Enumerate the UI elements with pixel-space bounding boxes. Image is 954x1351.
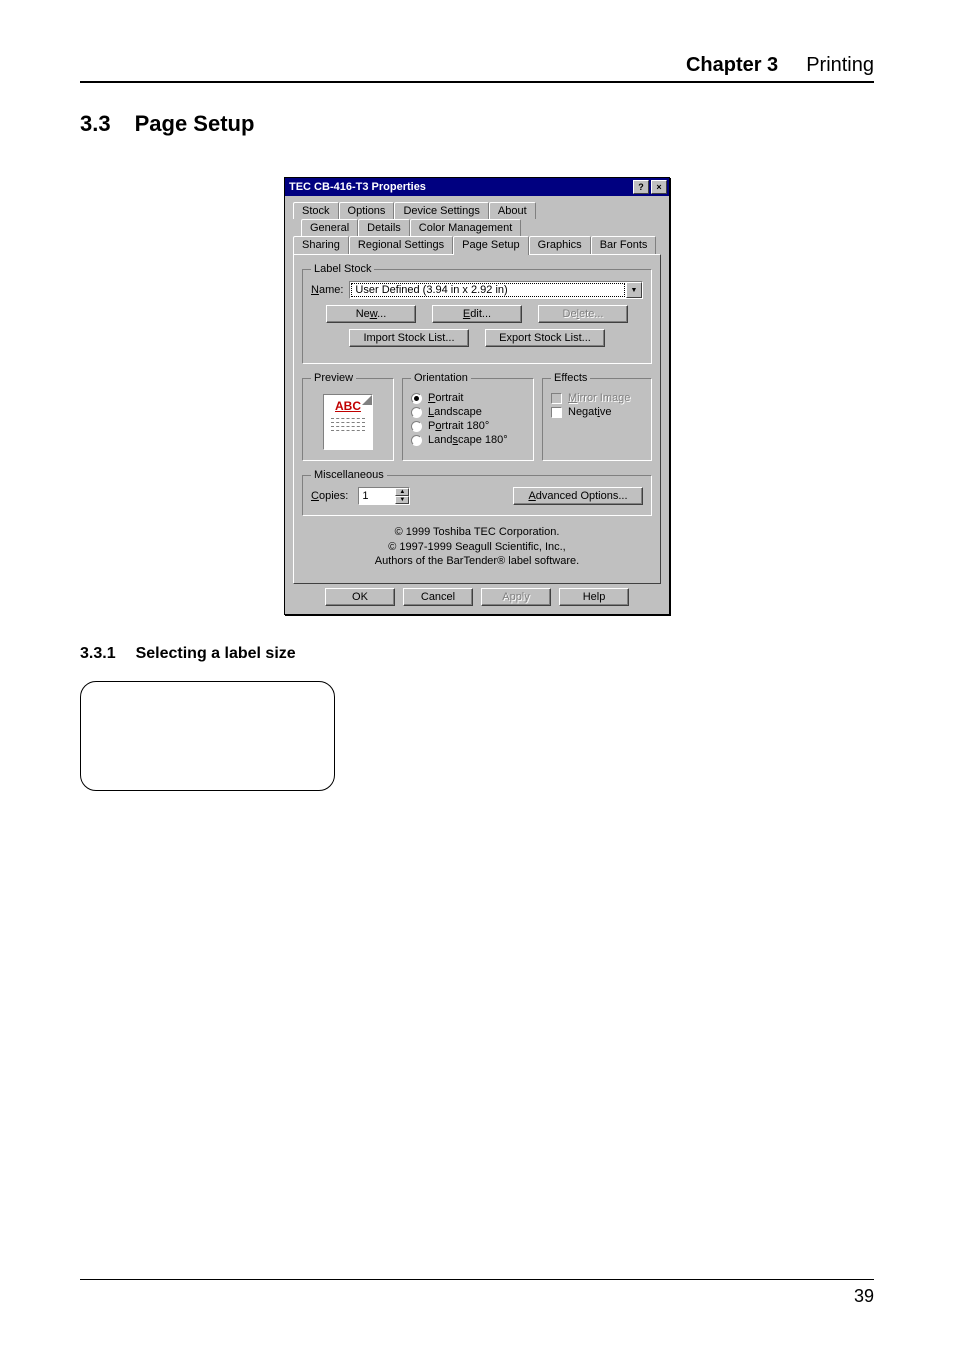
tab-graphics[interactable]: Graphics: [529, 236, 591, 254]
chapter-subject: Printing: [806, 54, 874, 77]
subsection-number: 3.3.1: [80, 645, 116, 663]
close-button[interactable]: ×: [651, 180, 667, 194]
tab-device-settings[interactable]: Device Settings: [394, 202, 488, 219]
import-stock-list-button[interactable]: Import Stock List...: [349, 329, 469, 347]
properties-dialog: TEC CB-416-T3 Properties ? × Stock Optio…: [284, 177, 670, 615]
label-stock-group: Label Stock Name: User Defined (3.94 in …: [302, 263, 652, 364]
label-stock-legend: Label Stock: [311, 263, 374, 275]
name-label: Name:: [311, 284, 343, 296]
preview-lines-icon: [331, 415, 365, 434]
radio-portrait-180[interactable]: Portrait 180°: [411, 420, 525, 432]
cancel-button[interactable]: Cancel: [403, 588, 473, 606]
tab-about[interactable]: About: [489, 202, 536, 219]
subsection-title: Selecting a label size: [136, 645, 296, 663]
tab-stock[interactable]: Stock: [293, 202, 339, 219]
tab-page-setup[interactable]: Page Setup: [453, 236, 529, 255]
copies-value: 1: [359, 488, 395, 504]
preview-group: Preview ABC: [302, 372, 394, 461]
copies-spinner[interactable]: 1 ▲ ▼: [358, 487, 410, 505]
dialog-title: TEC CB-416-T3 Properties: [289, 181, 631, 193]
radio-landscape-180[interactable]: Landscape 180°: [411, 434, 525, 446]
preview-legend: Preview: [311, 372, 356, 384]
tab-sharing[interactable]: Sharing: [293, 236, 349, 254]
advanced-options-button[interactable]: Advanced Options...: [513, 487, 643, 505]
new-button[interactable]: New...: [326, 305, 416, 323]
tab-general[interactable]: General: [301, 219, 358, 236]
preview-thumbnail: ABC: [323, 394, 373, 450]
empty-rounded-box: [80, 681, 335, 791]
tab-bar-fonts[interactable]: Bar Fonts: [591, 236, 657, 254]
ok-button[interactable]: OK: [325, 588, 395, 606]
preview-abc: ABC: [335, 399, 361, 413]
section-number: 3.3: [80, 111, 111, 137]
chapter-label: Chapter 3: [686, 54, 778, 77]
copies-label: Copies:: [311, 490, 348, 502]
tab-details[interactable]: Details: [358, 219, 410, 236]
tab-color-management[interactable]: Color Management: [410, 219, 522, 236]
delete-button[interactable]: Delete...: [538, 305, 628, 323]
orientation-group: Orientation Portrait Landscape: [402, 372, 534, 461]
edit-button[interactable]: Edit...: [432, 305, 522, 323]
tab-options[interactable]: Options: [339, 202, 395, 219]
help-button[interactable]: ?: [633, 180, 649, 194]
name-combo[interactable]: User Defined (3.94 in x 2.92 in): [349, 281, 643, 299]
radio-portrait[interactable]: Portrait: [411, 392, 525, 404]
radio-landscape[interactable]: Landscape: [411, 406, 525, 418]
radio-icon: [411, 407, 422, 418]
check-mirror-image: Mirror Image: [551, 392, 643, 404]
orientation-legend: Orientation: [411, 372, 471, 384]
checkbox-icon: [551, 407, 562, 418]
spin-down-icon[interactable]: ▼: [395, 496, 409, 504]
miscellaneous-group: Miscellaneous Copies: 1 ▲ ▼: [302, 469, 652, 516]
tabs: Stock Options Device Settings About Gene…: [293, 202, 661, 584]
miscellaneous-legend: Miscellaneous: [311, 469, 387, 481]
apply-button[interactable]: Apply: [481, 588, 551, 606]
effects-group: Effects Mirror Image Negative: [542, 372, 652, 461]
copyright-line-1: © 1999 Toshiba TEC Corporation.: [302, 526, 652, 538]
page-fold-icon: [362, 395, 372, 405]
titlebar: TEC CB-416-T3 Properties ? ×: [285, 178, 669, 196]
tab-regional-settings[interactable]: Regional Settings: [349, 236, 453, 254]
export-stock-list-button[interactable]: Export Stock List...: [485, 329, 605, 347]
radio-icon: [411, 421, 422, 432]
copyright-line-2: © 1997-1999 Seagull Scientific, Inc., Au…: [302, 540, 652, 569]
tab-panel-page-setup: Label Stock Name: User Defined (3.94 in …: [293, 254, 661, 584]
radio-icon: [411, 435, 422, 446]
check-negative[interactable]: Negative: [551, 406, 643, 418]
effects-legend: Effects: [551, 372, 590, 384]
dialog-help-button[interactable]: Help: [559, 588, 629, 606]
spin-up-icon[interactable]: ▲: [395, 488, 409, 496]
section-title: Page Setup: [135, 111, 255, 137]
name-combo-value: User Defined (3.94 in x 2.92 in): [351, 283, 625, 297]
checkbox-icon: [551, 393, 562, 404]
radio-icon: [411, 393, 422, 404]
page-number: 39: [854, 1286, 874, 1306]
chevron-down-icon[interactable]: [626, 282, 642, 298]
